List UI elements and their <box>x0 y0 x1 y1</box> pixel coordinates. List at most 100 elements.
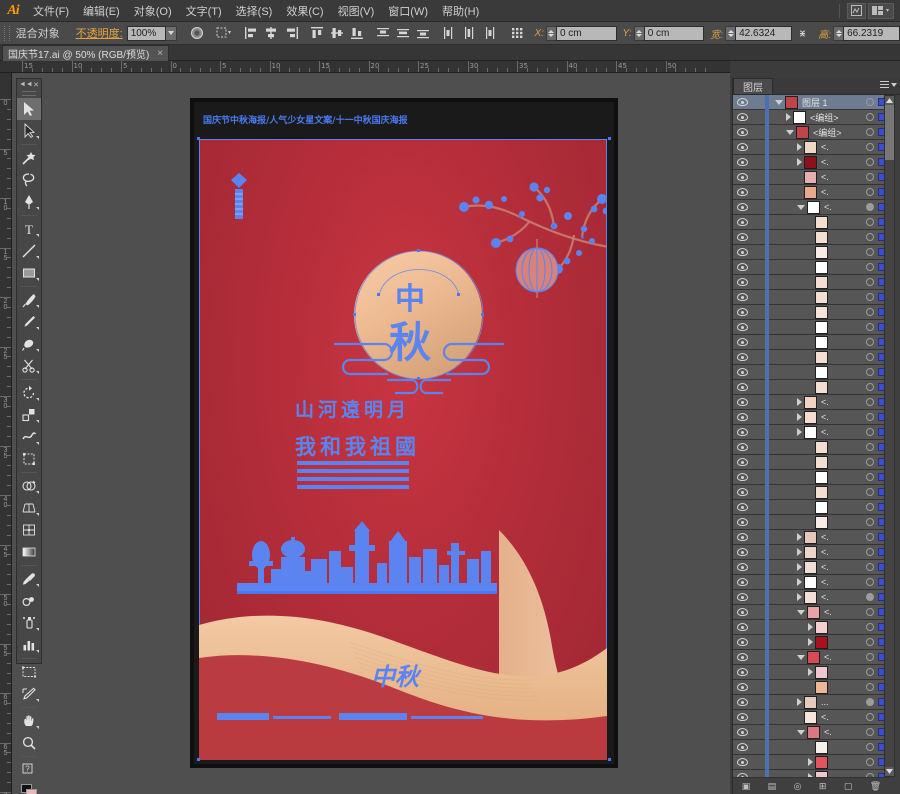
visibility-toggle-icon[interactable] <box>733 413 751 421</box>
visibility-toggle-icon[interactable] <box>733 158 751 166</box>
layer-name[interactable]: <. <box>824 202 832 212</box>
layer-row[interactable]: ... <box>733 694 890 710</box>
align-bottom-icon[interactable] <box>348 24 366 42</box>
target-indicator[interactable] <box>866 98 874 106</box>
visibility-toggle-icon[interactable] <box>733 368 751 376</box>
layer-row[interactable] <box>733 379 890 395</box>
layer-name[interactable]: <. <box>821 397 829 407</box>
layer-row[interactable] <box>733 679 890 695</box>
expand-arrow-icon[interactable] <box>797 143 802 151</box>
expand-arrow-icon[interactable] <box>797 548 802 556</box>
expand-arrow-icon[interactable] <box>797 593 802 601</box>
make-sublayer-icon[interactable]: ▤ <box>768 781 777 792</box>
layer-row[interactable] <box>733 214 890 230</box>
visibility-toggle-icon[interactable] <box>733 593 751 601</box>
visibility-toggle-icon[interactable] <box>733 743 751 751</box>
layer-list[interactable]: 图层 1 <编组> <编组> <. <. <. <. <. <. <. <. <. <. <. <. <. <.… <box>733 95 890 777</box>
visibility-toggle-icon[interactable] <box>733 143 751 151</box>
visibility-toggle-icon[interactable] <box>733 338 751 346</box>
expand-arrow-icon[interactable] <box>808 758 813 766</box>
visibility-toggle-icon[interactable] <box>733 293 751 301</box>
transform-reference-point-icon[interactable] <box>509 24 527 42</box>
target-indicator[interactable] <box>866 638 874 646</box>
menu-select[interactable]: 选择(S) <box>229 1 280 21</box>
recolor-artwork-icon[interactable] <box>215 24 233 42</box>
layer-row[interactable] <box>733 304 890 320</box>
width-stepper[interactable] <box>725 25 736 41</box>
layer-name[interactable]: 图层 1 <box>802 96 828 109</box>
layer-row[interactable] <box>733 229 890 245</box>
target-indicator[interactable] <box>866 608 874 616</box>
rectangle-tool[interactable] <box>17 262 41 284</box>
expand-arrow-icon[interactable] <box>797 413 802 421</box>
document-tab[interactable]: 国庆节17.ai @ 50% (RGB/预览) × <box>2 45 170 61</box>
distribute-center-vertical-icon[interactable] <box>394 24 412 42</box>
layer-row[interactable] <box>733 469 890 485</box>
target-indicator[interactable] <box>866 353 874 361</box>
opacity-label[interactable]: 不透明度: <box>76 25 123 41</box>
visibility-toggle-icon[interactable] <box>733 233 751 241</box>
expand-arrow-icon[interactable] <box>797 563 802 571</box>
layer-name[interactable]: <. <box>824 607 832 617</box>
new-sublayer-icon[interactable]: ⊞ <box>819 781 827 792</box>
layer-row[interactable]: <. <box>733 409 890 425</box>
layer-row[interactable]: <. <box>733 559 890 575</box>
canvas-area[interactable]: 国庆节中秋海报/人气少女星文案/十一中秋国庆海报 中 秋 山河遠明月 我和我祖國… <box>12 73 730 794</box>
target-indicator[interactable] <box>866 653 874 661</box>
layer-row[interactable]: <编组> <box>733 124 890 140</box>
visibility-toggle-icon[interactable] <box>733 548 751 556</box>
visibility-toggle-icon[interactable] <box>733 503 751 511</box>
visibility-toggle-icon[interactable] <box>733 98 751 106</box>
layer-row[interactable]: <. <box>733 529 890 545</box>
fill-stroke-swatches[interactable] <box>17 781 41 794</box>
visibility-toggle-icon[interactable] <box>733 578 751 586</box>
scrollbar-thumb[interactable] <box>885 105 894 160</box>
layer-row[interactable]: <. <box>733 139 890 155</box>
target-indicator[interactable] <box>866 383 874 391</box>
visibility-toggle-icon[interactable] <box>733 323 751 331</box>
collapse-arrow-icon[interactable] <box>786 129 794 135</box>
eyedropper-tool[interactable] <box>17 568 41 590</box>
menu-type[interactable]: 文字(T) <box>179 1 229 21</box>
visibility-toggle-icon[interactable] <box>733 443 751 451</box>
visibility-toggle-icon[interactable] <box>733 758 751 766</box>
target-indicator[interactable] <box>866 233 874 241</box>
target-indicator[interactable] <box>866 488 874 496</box>
collapse-arrow-icon[interactable] <box>797 609 805 615</box>
target-indicator[interactable] <box>866 218 874 226</box>
magic-wand-tool[interactable] <box>17 147 41 169</box>
menu-window[interactable]: 窗口(W) <box>381 1 435 21</box>
visibility-toggle-icon[interactable] <box>733 278 751 286</box>
y-stepper[interactable] <box>633 25 644 41</box>
distribute-left-icon[interactable] <box>440 24 458 42</box>
screen-mode-icon[interactable]: ? <box>17 759 41 781</box>
chain-link-icon[interactable] <box>793 24 811 42</box>
panel-menu-icon[interactable] <box>880 81 897 88</box>
visibility-toggle-icon[interactable] <box>733 173 751 181</box>
layer-row[interactable]: <. <box>733 544 890 560</box>
tools-close-icon[interactable]: ✕ <box>33 81 39 89</box>
align-middle-vertical-icon[interactable] <box>328 24 346 42</box>
target-indicator[interactable] <box>866 728 874 736</box>
expand-arrow-icon[interactable] <box>797 158 802 166</box>
mesh-tool[interactable] <box>17 519 41 541</box>
opacity-value[interactable]: 100% <box>126 25 166 41</box>
target-indicator[interactable] <box>866 473 874 481</box>
layer-row[interactable]: <. <box>733 604 890 620</box>
layer-name[interactable]: <. <box>824 727 832 737</box>
target-indicator[interactable] <box>866 263 874 271</box>
target-indicator[interactable] <box>866 458 874 466</box>
visibility-toggle-icon[interactable] <box>733 533 751 541</box>
visibility-toggle-icon[interactable] <box>733 203 751 211</box>
free-transform-tool[interactable] <box>17 448 41 470</box>
bridge-icon[interactable] <box>847 2 866 19</box>
lasso-tool[interactable] <box>17 169 41 191</box>
new-layer-icon[interactable]: ▢ <box>844 781 853 792</box>
expand-arrow-icon[interactable] <box>797 698 802 706</box>
x-field[interactable]: 0 cm <box>555 25 617 41</box>
line-segment-tool[interactable] <box>17 240 41 262</box>
distribute-center-horizontal-icon[interactable] <box>460 24 478 42</box>
visibility-toggle-icon[interactable] <box>733 728 751 736</box>
layer-name[interactable]: <. <box>821 577 829 587</box>
layer-row[interactable]: <. <box>733 169 890 185</box>
